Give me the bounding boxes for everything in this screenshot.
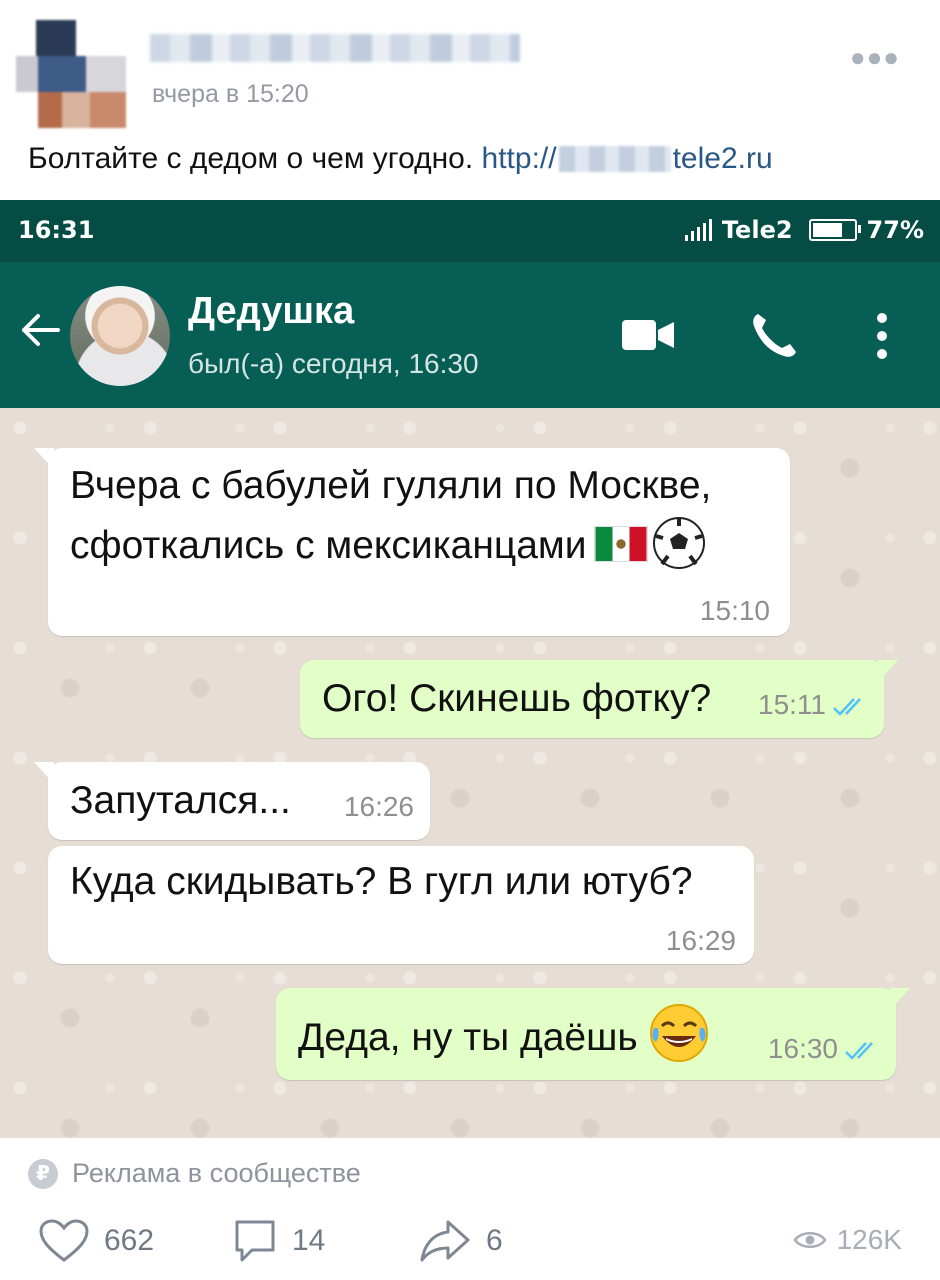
message-text: Вчера с бабулей гуляли по Москве, сфотка… bbox=[70, 456, 711, 576]
message-outgoing[interactable]: Деда, ну ты даёшь 16:30 bbox=[276, 988, 910, 1080]
message-outgoing[interactable]: Ого! Скинешь фотку? 15:11 bbox=[300, 660, 898, 738]
menu-kebab-icon[interactable] bbox=[872, 310, 892, 362]
message-time: 15:11 bbox=[758, 689, 826, 720]
post-link-end: tele2.ru bbox=[672, 142, 773, 175]
message-incoming[interactable]: Запутался... 16:26 bbox=[34, 762, 430, 840]
message-time: 16:30 bbox=[767, 1033, 838, 1064]
message-line: Вчера с бабулей гуляли по Москве, bbox=[70, 464, 712, 507]
message-incoming[interactable]: Вчера с бабулей гуляли по Москве, сфотка… bbox=[34, 448, 790, 636]
tears-of-joy-emoji bbox=[649, 1004, 708, 1062]
message-meta: 16:30 bbox=[768, 1034, 882, 1064]
message-line: сфоткались с мексиканцами bbox=[70, 516, 711, 576]
video-call-icon[interactable] bbox=[620, 318, 676, 352]
post-header: вчера в 15:20 ●●● Болтайте с дедом о чем… bbox=[0, 0, 940, 200]
message-time: 16:29 bbox=[665, 925, 736, 956]
message-incoming[interactable]: Куда скидывать? В гугл или ютуб? 16:29 bbox=[48, 846, 754, 964]
message-text-body: Деда, ну ты даёшь bbox=[298, 1016, 638, 1059]
comment-button[interactable]: 14 bbox=[232, 1218, 325, 1264]
back-arrow-icon[interactable] bbox=[18, 308, 62, 352]
battery-percent: 77% bbox=[866, 216, 924, 244]
contact-avatar[interactable] bbox=[70, 286, 170, 386]
post-link[interactable]: http:// tele2.ru bbox=[482, 142, 773, 175]
post-link-start: http:// bbox=[481, 142, 557, 175]
heart-icon bbox=[39, 1219, 89, 1262]
message-meta: 15:11 bbox=[758, 690, 870, 720]
read-ticks-icon bbox=[845, 1041, 873, 1060]
message-text: Ого! Скинешь фотку? bbox=[322, 677, 712, 720]
message-text: Деда, ну ты даёшь bbox=[298, 1002, 710, 1068]
comment-count: 14 bbox=[292, 1224, 326, 1257]
post-text-body: Болтайте с дедом о чем угодно. bbox=[28, 142, 482, 175]
voice-call-icon[interactable] bbox=[748, 310, 800, 362]
author-name-redacted[interactable] bbox=[150, 34, 520, 62]
author-avatar[interactable] bbox=[16, 20, 126, 128]
message-time: 15:10 bbox=[699, 595, 770, 626]
views-count: 126K bbox=[836, 1224, 902, 1255]
share-icon bbox=[420, 1220, 470, 1262]
share-count: 6 bbox=[486, 1224, 503, 1257]
mexico-flag-emoji bbox=[594, 526, 649, 562]
carrier-name: Tele2 bbox=[721, 216, 793, 244]
more-options-icon[interactable]: ●●● bbox=[850, 42, 900, 73]
views-counter: 126K bbox=[793, 1224, 902, 1256]
chat-messages[interactable]: Вчера с бабулей гуляли по Москве, сфотка… bbox=[0, 408, 940, 1138]
message-time: 16:26 bbox=[343, 791, 414, 822]
ruble-icon: ₽ bbox=[28, 1158, 58, 1189]
chat-header: Дедушка был(-а) сегодня, 16:30 bbox=[0, 262, 940, 408]
post-time[interactable]: вчера в 15:20 bbox=[152, 80, 309, 109]
post-image[interactable]: 16:31 Tele2 77% Дедушка был(-а) сегодня,… bbox=[0, 200, 940, 1138]
message-line-text: сфоткались с мексиканцами bbox=[70, 524, 587, 567]
read-ticks-icon bbox=[833, 697, 861, 716]
link-redacted bbox=[558, 146, 671, 172]
like-button[interactable]: 662 bbox=[38, 1218, 154, 1264]
status-time: 16:31 bbox=[18, 216, 95, 244]
contact-last-seen: был(-а) сегодня, 16:30 bbox=[188, 348, 479, 379]
post-text: Болтайте с дедом о чем угодно. http:// te… bbox=[28, 142, 773, 176]
ad-label[interactable]: ₽ Реклама в сообществе bbox=[28, 1158, 361, 1189]
contact-name[interactable]: Дедушка bbox=[188, 290, 354, 333]
status-right: Tele2 77% bbox=[684, 216, 924, 244]
battery-icon bbox=[808, 219, 861, 241]
like-count: 662 bbox=[104, 1224, 155, 1257]
comment-icon bbox=[235, 1220, 275, 1262]
share-button[interactable]: 6 bbox=[418, 1218, 503, 1264]
message-text: Запутался... bbox=[70, 779, 291, 822]
phone-status-bar: 16:31 Tele2 77% bbox=[0, 200, 940, 262]
eye-icon bbox=[793, 1232, 827, 1248]
ad-label-text: Реклама в сообществе bbox=[72, 1158, 361, 1188]
soccer-ball-emoji bbox=[653, 517, 706, 569]
signal-icon bbox=[684, 219, 712, 241]
post-actions: 662 14 6 126K bbox=[0, 1218, 940, 1274]
message-text: Куда скидывать? В гугл или ютуб? bbox=[70, 860, 693, 903]
